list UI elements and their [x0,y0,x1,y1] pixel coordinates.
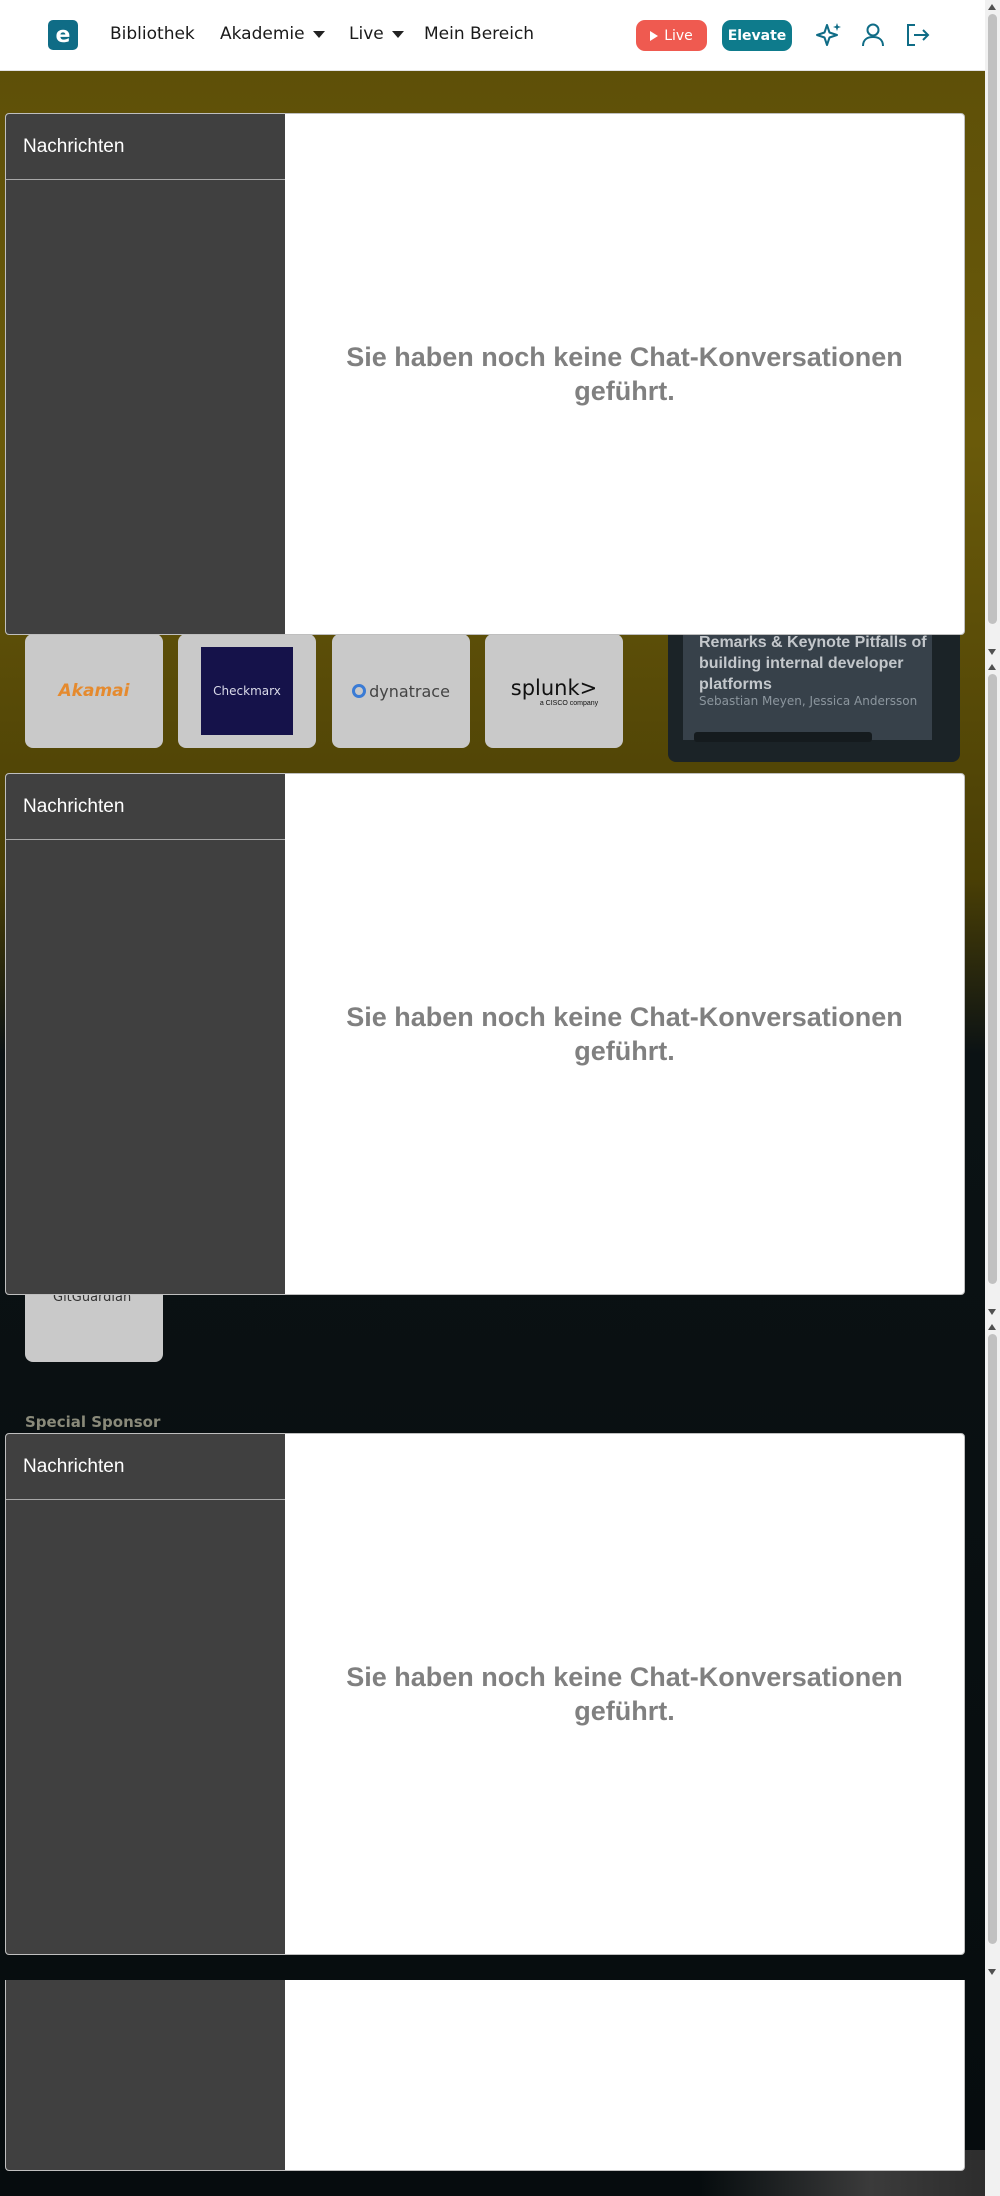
chat-empty-state: Sie haben noch keine Chat-Konversationen… [285,114,964,634]
sponsor-logo-akamai: Akamai [58,681,130,701]
chat-panel: Nachrichten Sie haben noch keine Chat-Ko… [5,773,965,1295]
sponsor-logo-splunk: splunk> [510,675,598,700]
scrollbar-thumb[interactable] [988,1334,997,1944]
talk-button[interactable] [694,732,872,742]
chat-empty-state: Sie haben noch keine Chat-Konversationen… [285,774,964,1294]
live-button[interactable]: Live [636,20,707,51]
talk-title: Remarks & Keynote Pitfalls of building i… [699,634,927,693]
play-icon [650,30,659,41]
sponsor-card-gitguardian[interactable]: GitGuardian [25,1290,163,1362]
scrollbar[interactable] [985,0,1000,2196]
checkmarx-logo-box: Checkmarx [201,647,293,735]
chat-panel [5,1980,965,2171]
special-sponsor-label: Special Sponsor [25,1413,161,1431]
nav-mein-bereich-label: Mein Bereich [424,24,535,44]
scroll-down-icon[interactable] [988,649,996,655]
talk-card[interactable]: Remarks & Keynote Pitfalls of building i… [668,620,960,762]
sponsor-card-akamai[interactable]: Akamai [25,634,163,748]
talk-speakers: Sebastian Meyen, Jessica Andersson [699,694,918,708]
chat-sidebar: Nachrichten [6,114,285,634]
chat-header: Nachrichten [6,1434,285,1500]
live-button-label: Live [664,27,693,44]
scroll-up-icon[interactable] [988,1324,996,1330]
talk-card-body: Remarks & Keynote Pitfalls of building i… [683,620,932,740]
chat-header-title: Nachrichten [23,135,125,157]
nav-akademie-label: Akademie [220,24,305,44]
sparkle-icon[interactable] [815,21,843,49]
chevron-down-icon [312,30,325,38]
sponsor-card-checkmarx[interactable]: Checkmarx [178,634,316,748]
chat-empty-message: Sie haben noch keine Chat-Konversationen… [346,1002,903,1066]
nav-live[interactable]: Live [349,24,404,44]
dynatrace-icon [352,684,367,698]
elevate-button[interactable]: Elevate [722,20,792,51]
scroll-up-icon[interactable] [988,664,996,670]
chat-empty-message: Sie haben noch keine Chat-Konversationen… [346,342,903,406]
chat-header: Nachrichten [6,114,285,180]
elevate-button-label: Elevate [727,27,787,44]
chevron-down-icon [391,30,404,38]
chat-sidebar [6,1980,285,2170]
logout-icon[interactable] [903,21,931,49]
sponsor-logo-checkmarx: Checkmarx [213,684,281,698]
chat-panel: Nachrichten Sie haben noch keine Chat-Ko… [5,1433,965,1955]
chat-sidebar: Nachrichten [6,1434,285,1954]
nav-mein-bereich[interactable]: Mein Bereich [424,24,534,44]
splunk-sub-label: a CISCO company [539,699,599,707]
user-icon[interactable] [859,21,887,49]
scroll-down-icon[interactable] [988,1309,996,1315]
top-navbar: e Bibliothek Akademie Live Mein Bereich … [0,0,985,71]
chat-header: Nachrichten [6,774,285,840]
chat-header-title: Nachrichten [23,1455,125,1477]
nav-bibliothek[interactable]: Bibliothek [110,24,195,44]
chat-header-title: Nachrichten [23,795,125,817]
nav-akademie[interactable]: Akademie [220,24,325,44]
nav-bibliothek-label: Bibliothek [110,24,195,44]
scrollbar-thumb[interactable] [988,674,997,1284]
logo[interactable]: e [48,20,78,50]
chat-empty-state: Sie haben noch keine Chat-Konversationen… [285,1434,964,1954]
scroll-up-icon[interactable] [988,4,996,10]
nav-live-label: Live [349,24,384,44]
chat-sidebar: Nachrichten [6,774,285,1294]
scrollbar-thumb[interactable] [988,14,997,624]
scroll-down-icon[interactable] [988,1969,996,1975]
sponsor-logo-dynatrace: dynatrace [369,681,450,701]
chat-empty-message: Sie haben noch keine Chat-Konversationen… [346,1662,903,1726]
sponsor-card-splunk[interactable]: splunk> a CISCO company [485,634,623,748]
sponsor-card-dynatrace[interactable]: dynatrace [332,634,470,748]
chat-panel: Nachrichten Sie haben noch keine Chat-Ko… [5,113,965,635]
